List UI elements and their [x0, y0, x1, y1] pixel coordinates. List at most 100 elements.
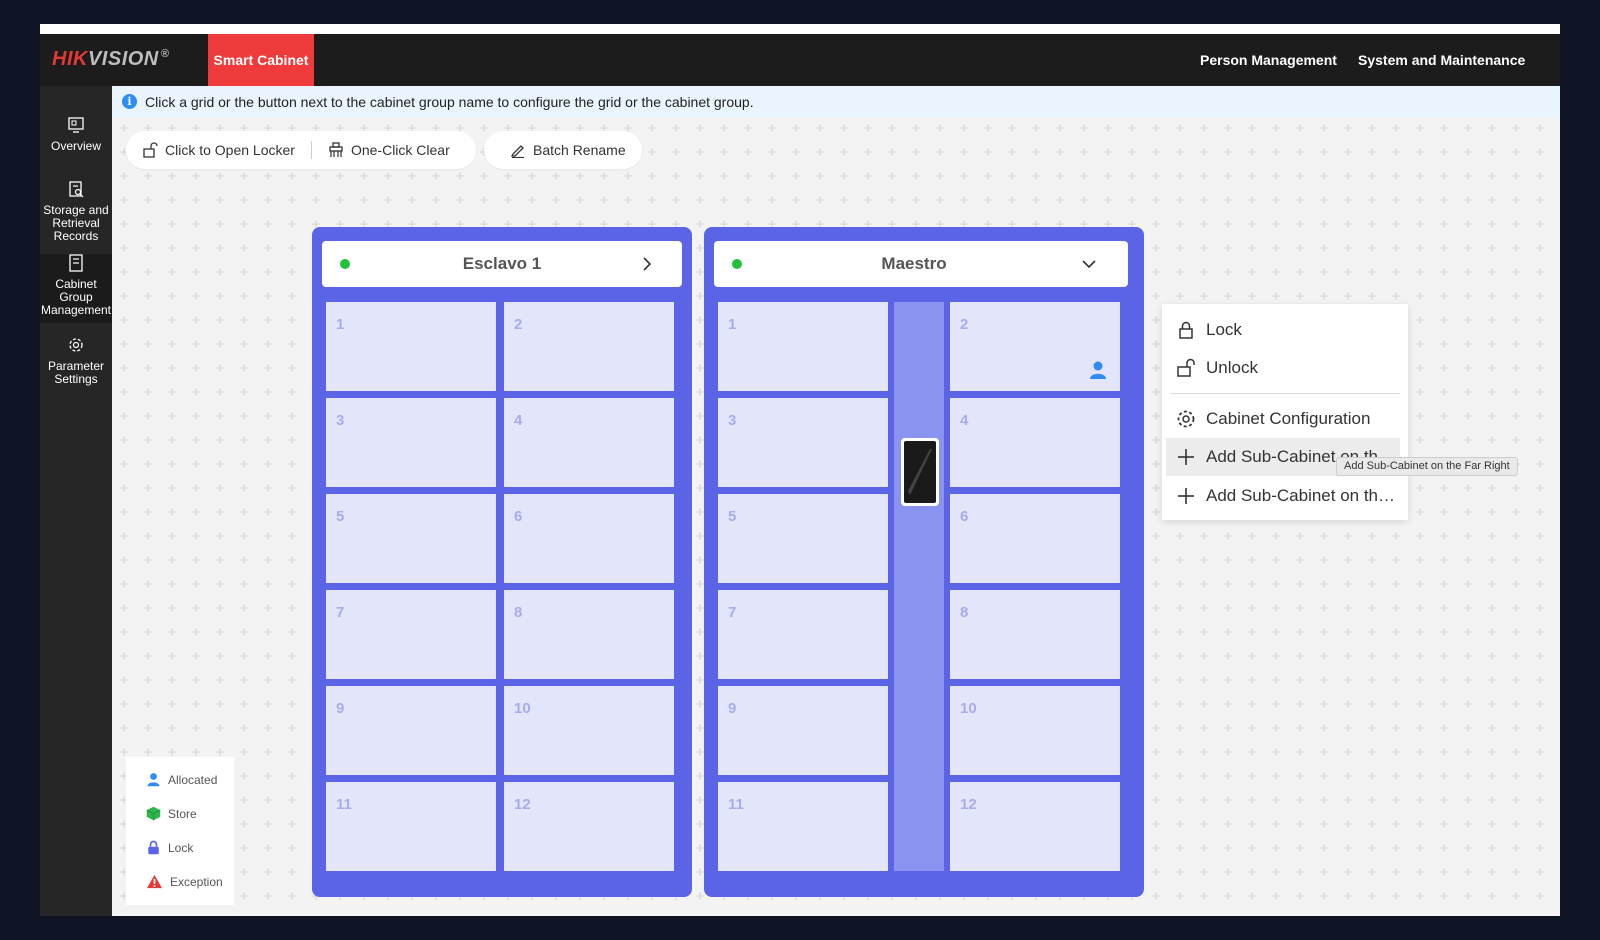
locker-cell[interactable]: 5: [718, 494, 888, 583]
person-icon: [147, 773, 160, 787]
sidebar-item-overview[interactable]: Overview: [40, 116, 112, 153]
locker-cell[interactable]: 2: [504, 302, 674, 391]
legend-lock: Lock: [146, 840, 193, 855]
locker-cell[interactable]: 5: [326, 494, 496, 583]
locker-cell[interactable]: 8: [504, 590, 674, 679]
clipboard-search-icon: [69, 181, 84, 198]
cabinet-header[interactable]: Esclavo 1: [322, 241, 682, 287]
sidebar-item-label: Parameter Settings: [47, 359, 105, 386]
cell-number: 11: [728, 796, 744, 813]
control-column: [894, 302, 944, 871]
status-legend: Allocated Store Lock Exception: [126, 757, 234, 905]
cell-number: 11: [336, 796, 352, 813]
control-terminal: [901, 438, 939, 506]
batch-rename-group: Batch Rename: [484, 131, 642, 169]
info-banner: i Click a grid or the button next to the…: [112, 86, 1560, 117]
tab-smart-cabinet[interactable]: Smart Cabinet: [208, 34, 314, 86]
sidebar-item-cabinet-group-management[interactable]: Cabinet Group Management: [40, 254, 112, 323]
locker-cell[interactable]: 6: [504, 494, 674, 583]
hikvision-logo: HIKVISION ®: [52, 48, 169, 71]
cabinet-name: Esclavo 1: [462, 254, 542, 273]
cell-number: 7: [728, 604, 737, 621]
locker-actions-group: Click to Open Locker One-Click Clear: [126, 131, 476, 169]
locker-cell[interactable]: 4: [950, 398, 1120, 487]
locker-cell[interactable]: 12: [950, 782, 1120, 871]
cabinet-header[interactable]: Maestro: [714, 241, 1128, 287]
one-click-clear-button[interactable]: One-Click Clear: [312, 131, 466, 169]
gear-icon: [69, 338, 83, 352]
tab-system-maintenance[interactable]: System and Maintenance: [1358, 34, 1525, 86]
unlock-icon: [1177, 358, 1195, 377]
info-text: Click a grid or the button next to the c…: [145, 93, 754, 110]
locker-cell[interactable]: 7: [718, 590, 888, 679]
menu-divider: [1170, 393, 1400, 394]
cell-number: 10: [514, 700, 531, 717]
cell-number: 5: [336, 508, 345, 525]
logo-registered-mark: ®: [160, 48, 170, 60]
menu-item-label: Unlock: [1206, 358, 1258, 377]
top-navigation: HIKVISION ® Smart Cabinet Person Manageme…: [40, 34, 1560, 86]
cell-number: 9: [336, 700, 345, 717]
cabinet-name: Maestro: [881, 254, 947, 273]
warning-icon: [147, 874, 162, 889]
open-locker-label: Click to Open Locker: [165, 142, 295, 158]
locker-cell[interactable]: 9: [718, 686, 888, 775]
document-icon: [69, 254, 83, 272]
locker-cell[interactable]: 3: [718, 398, 888, 487]
legend-exception: Exception: [146, 874, 223, 889]
locker-cell[interactable]: 12: [504, 782, 674, 871]
allocated-person-icon: [1090, 361, 1106, 379]
locker-cell[interactable]: 7: [326, 590, 496, 679]
open-locker-button[interactable]: Click to Open Locker: [126, 131, 311, 169]
locker-cell[interactable]: 1: [718, 302, 888, 391]
monitor-icon: [68, 117, 84, 133]
cell-number: 7: [336, 604, 345, 621]
sidebar-item-storage-retrieval[interactable]: Storage and Retrieval Records: [40, 180, 112, 243]
sidebar-item-parameter-settings[interactable]: Parameter Settings: [40, 336, 112, 386]
plus-icon: [1178, 449, 1194, 465]
cabinet-context-menu: Lock Unlock Cabinet Configuration Add Su…: [1162, 304, 1408, 520]
locker-cell[interactable]: 1: [326, 302, 496, 391]
menu-item-label: Add Sub-Cabinet on th…: [1206, 486, 1396, 505]
cell-number: 12: [514, 796, 531, 813]
cell-number: 3: [728, 412, 737, 429]
chevron-right-icon[interactable]: [640, 257, 654, 271]
cell-number: 4: [514, 412, 523, 429]
sidebar-item-label: Storage and Retrieval Records: [43, 203, 109, 243]
locker-cell[interactable]: 9: [326, 686, 496, 775]
cell-number: 3: [336, 412, 345, 429]
chevron-down-icon[interactable]: [1082, 257, 1096, 271]
locker-cell[interactable]: 11: [326, 782, 496, 871]
tab-person-management[interactable]: Person Management: [1200, 34, 1337, 86]
locker-cell[interactable]: 4: [504, 398, 674, 487]
locker-cell[interactable]: 8: [950, 590, 1120, 679]
cell-number: 4: [960, 412, 969, 429]
sidebar-item-label: Overview: [50, 139, 101, 153]
logo-text-main: HIK: [52, 48, 88, 70]
menu-item-cabinet-configuration[interactable]: Cabinet Configuration: [1162, 400, 1408, 438]
locker-cell[interactable]: 3: [326, 398, 496, 487]
locker-cell[interactable]: 10: [950, 686, 1120, 775]
menu-item-unlock[interactable]: Unlock: [1162, 349, 1408, 387]
legend-label: Store: [168, 806, 197, 821]
cell-number: 6: [514, 508, 523, 525]
menu-item-label: Lock: [1206, 320, 1242, 339]
menu-item-lock[interactable]: Lock: [1162, 311, 1408, 349]
sidebar-item-label: Cabinet Group Management: [40, 277, 112, 317]
locker-cell[interactable]: 11: [718, 782, 888, 871]
locker-cell[interactable]: 6: [950, 494, 1120, 583]
cell-number: 2: [960, 316, 969, 333]
locker-cell[interactable]: 10: [504, 686, 674, 775]
lock-icon: [148, 840, 159, 855]
logo-text-sub: VISION: [87, 48, 159, 70]
plus-icon: [1178, 488, 1194, 504]
cell-number: 5: [728, 508, 737, 525]
batch-rename-button[interactable]: Batch Rename: [484, 131, 642, 169]
one-click-clear-label: One-Click Clear: [350, 142, 450, 158]
menu-item-add-sub-cabinet-right[interactable]: Add Sub-Cabinet on th…: [1162, 477, 1408, 515]
cabinet-maestro: Maestro 1 2 3 4 5 6 7 8 9 10 11 12: [704, 227, 1144, 897]
cell-number: 10: [960, 700, 977, 717]
legend-store: Store: [146, 806, 197, 821]
box-icon: [146, 806, 161, 821]
locker-cell-allocated[interactable]: 2: [950, 302, 1120, 391]
